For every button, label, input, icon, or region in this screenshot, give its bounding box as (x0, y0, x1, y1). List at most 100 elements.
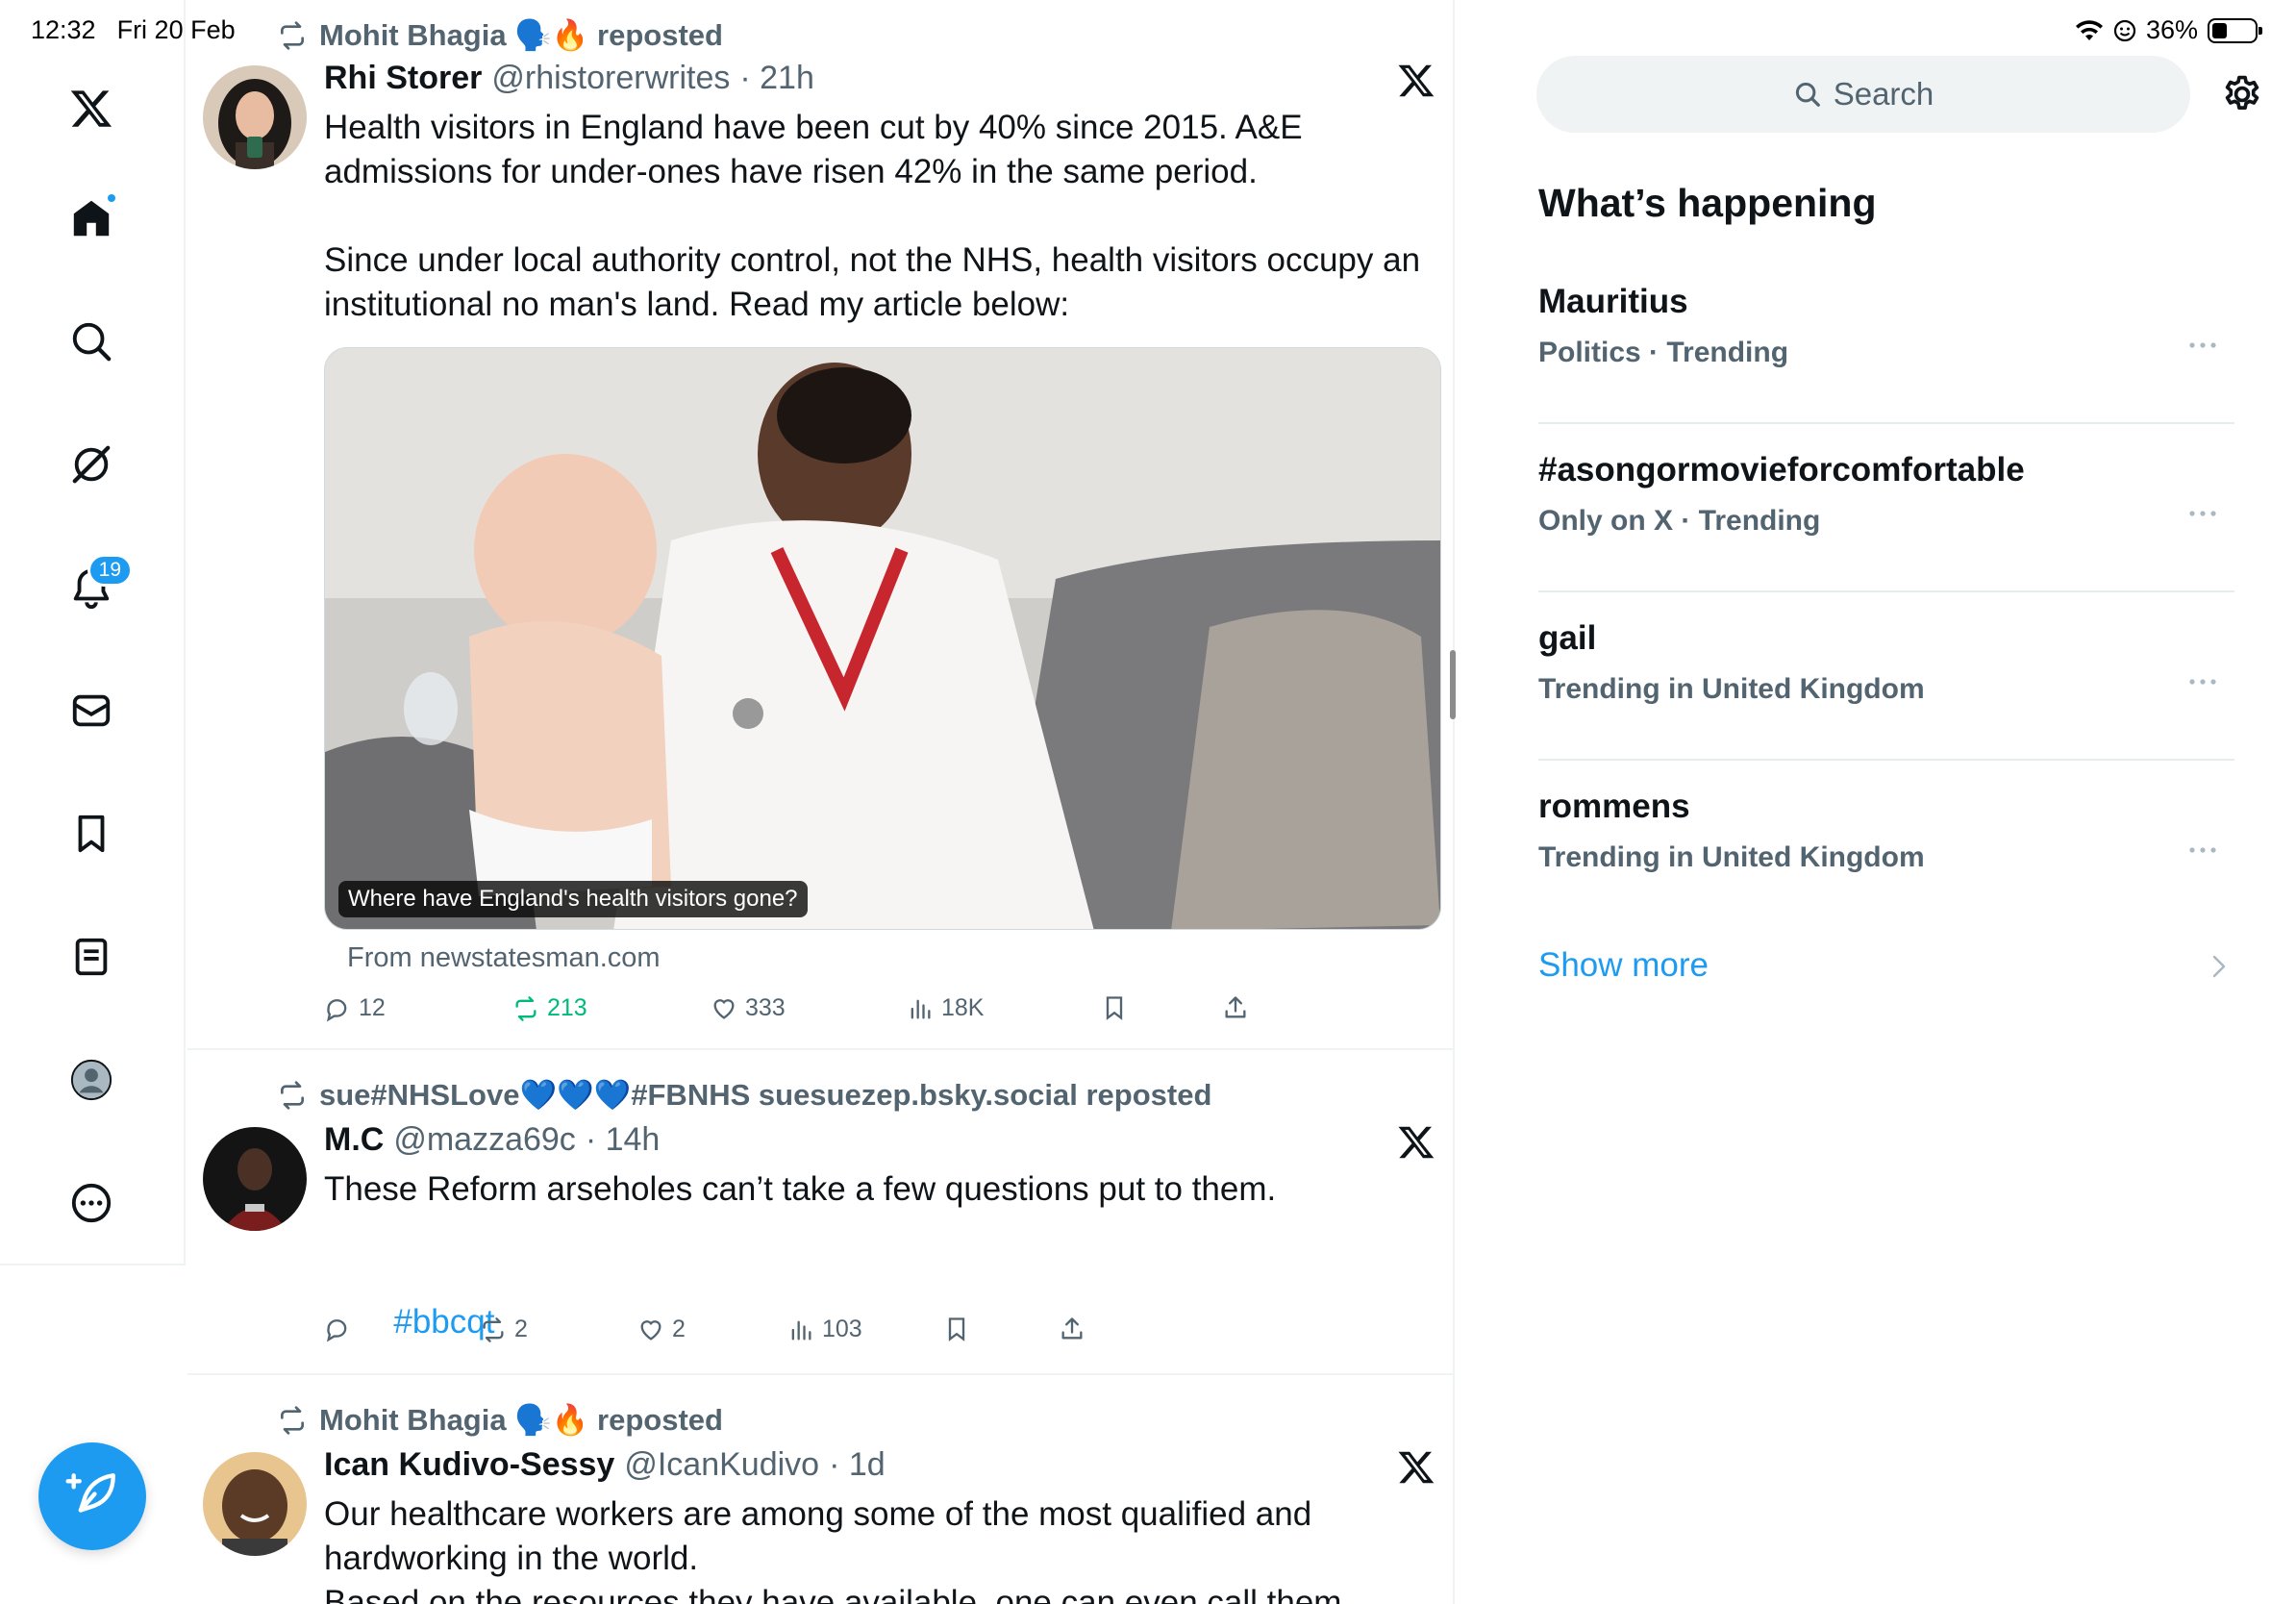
compose-post-button[interactable] (38, 1442, 146, 1550)
link-card-caption: Where have England's health visitors gon… (338, 881, 808, 917)
whats-happening-title: What’s happening (1538, 181, 1877, 225)
tweet-text: Health visitors in England have been cut… (324, 109, 1421, 323)
views-button[interactable]: 18K (907, 994, 984, 1022)
repost-context-text[interactable]: Mohit Bhagia 🗣️🔥 reposted (319, 17, 723, 53)
tweet-header: Ican Kudivo-Sessy @IcanKudivo · 1d (324, 1446, 886, 1484)
compose-feather-icon (65, 1473, 115, 1513)
repost-context: Mohit Bhagia 🗣️🔥 reposted (277, 1402, 723, 1438)
tweet-time[interactable]: · 1d (829, 1446, 886, 1484)
author-avatar[interactable] (203, 1127, 307, 1231)
link-card-image[interactable]: Where have England's health visitors gon… (324, 347, 1441, 930)
tweet-time[interactable]: · 14h (586, 1121, 661, 1159)
battery-percent: 36% (2145, 15, 2198, 44)
trend-more-icon[interactable] (2188, 509, 2217, 518)
show-more-link[interactable]: Show more (1538, 946, 1709, 985)
like-count: 2 (672, 1316, 686, 1342)
repost-context: Mohit Bhagia 🗣️🔥 reposted (277, 17, 723, 53)
author-avatar[interactable] (203, 1452, 307, 1556)
home-unread-dot (108, 194, 115, 202)
tweet-time[interactable]: · 21h (739, 60, 814, 97)
repost-context-text[interactable]: sue#NHSLove💙💙💙#FBNHS suesuezep.bsky.soci… (319, 1077, 1211, 1113)
repost-count: 213 (547, 994, 587, 1021)
author-name[interactable]: Ican Kudivo-Sessy (324, 1446, 614, 1484)
views-button[interactable]: 103 (787, 1316, 862, 1343)
tweet-text: Our healthcare workers are among some of… (324, 1495, 1342, 1604)
trend-item[interactable]: rommens Trending in United Kingdom (1538, 761, 2234, 929)
trend-meta: Trending in United Kingdom (1538, 673, 1925, 705)
messages-icon[interactable] (63, 683, 119, 739)
wifi-icon (2075, 19, 2103, 40)
feed-scrollbar[interactable] (1450, 650, 1456, 719)
battery-icon (2208, 17, 2262, 43)
lists-icon[interactable] (63, 929, 119, 985)
trend-meta: Politics · Trending (1538, 337, 1789, 368)
x-source-icon (1398, 64, 1435, 97)
timeline-feed: Mohit Bhagia 🗣️🔥 reposted Rhi Storer @rh… (187, 0, 1455, 1604)
chevron-right-icon[interactable] (2209, 954, 2229, 979)
tweet[interactable]: Mohit Bhagia 🗣️🔥 reposted Rhi Storer @rh… (187, 0, 1453, 1050)
tweet-header: Rhi Storer @rhistorerwrites · 21h (324, 60, 814, 97)
heart-icon (640, 1319, 661, 1341)
like-button[interactable]: 2 (637, 1316, 686, 1343)
notifications-badge: 19 (87, 554, 133, 587)
repost-button[interactable]: 2 (480, 1316, 528, 1343)
x-source-icon (1398, 1126, 1435, 1159)
author-name[interactable]: Rhi Storer (324, 60, 482, 97)
reply-button[interactable] (324, 1316, 359, 1342)
trend-item[interactable]: #asongormovieforcomfortable Only on X · … (1538, 424, 2234, 592)
profile-avatar-icon[interactable] (63, 1052, 119, 1108)
author-handle[interactable]: @IcanKudivo (624, 1446, 819, 1484)
nurse-with-baby-photo (325, 348, 1440, 929)
bookmark-button[interactable] (1101, 994, 1128, 1021)
x-source-icon (1398, 1451, 1435, 1484)
author-handle[interactable]: @mazza69c (393, 1121, 575, 1159)
like-button[interactable]: 333 (711, 994, 786, 1022)
trend-name: Mauritius (1538, 283, 1688, 320)
author-name[interactable]: M.C (324, 1121, 384, 1159)
trend-name: rommens (1538, 788, 1690, 825)
search-icon[interactable] (63, 313, 119, 369)
share-button[interactable] (1059, 1316, 1086, 1342)
trend-more-icon[interactable] (2188, 677, 2217, 687)
repost-context: sue#NHSLove💙💙💙#FBNHS suesuezep.bsky.soci… (277, 1077, 1211, 1113)
settings-gear-icon[interactable] (2221, 73, 2263, 115)
tweet[interactable]: sue#NHSLove💙💙💙#FBNHS suesuezep.bsky.soci… (187, 1052, 1453, 1375)
trend-meta: Only on X · Trending (1538, 505, 1821, 537)
repost-button[interactable]: 213 (512, 994, 587, 1022)
trend-more-icon[interactable] (2188, 340, 2217, 350)
tweet[interactable]: Mohit Bhagia 🗣️🔥 reposted Ican Kudivo-Se… (187, 1377, 1453, 1604)
share-icon (1061, 1317, 1083, 1340)
notifications-icon[interactable]: 19 (63, 554, 133, 615)
repost-icon (281, 1405, 304, 1435)
bookmark-icon (948, 1317, 965, 1341)
repost-icon (483, 1316, 504, 1342)
bookmark-button[interactable] (943, 1316, 970, 1342)
trend-item[interactable]: gail Trending in United Kingdom (1538, 592, 2234, 761)
trend-name: gail (1538, 619, 1597, 657)
bookmarks-icon[interactable] (63, 806, 119, 862)
tweet-hashtag[interactable]: #bbcqt (337, 1256, 494, 1389)
trend-item[interactable]: Mauritius Politics · Trending (1538, 256, 2234, 424)
heart-icon (713, 998, 735, 1019)
tweet-text: These Reform arseholes can’t take a few … (324, 1170, 1277, 1208)
view-count: 103 (822, 1316, 862, 1342)
trend-more-icon[interactable] (2188, 845, 2217, 855)
focus-smile-icon (2113, 19, 2136, 41)
reply-button[interactable]: 12 (324, 994, 386, 1022)
more-options-icon[interactable] (63, 1175, 119, 1231)
search-input[interactable]: Search (1536, 56, 2190, 133)
home-icon[interactable] (63, 190, 119, 246)
author-handle[interactable]: @rhistorerwrites (491, 60, 730, 97)
author-avatar[interactable] (203, 65, 307, 169)
repost-context-text[interactable]: Mohit Bhagia 🗣️🔥 reposted (319, 1402, 723, 1438)
reply-count: 12 (359, 994, 386, 1021)
views-chart-icon (791, 1320, 811, 1340)
x-logo-icon[interactable] (63, 81, 119, 137)
status-bar-right: 36% (2075, 15, 2262, 45)
share-button[interactable] (1222, 994, 1249, 1021)
search-placeholder: Search (1833, 76, 1934, 112)
link-card-source[interactable]: From newstatesman.com (347, 942, 661, 974)
grok-icon[interactable] (63, 437, 119, 492)
views-chart-icon (911, 999, 931, 1018)
reply-icon (326, 1319, 347, 1342)
